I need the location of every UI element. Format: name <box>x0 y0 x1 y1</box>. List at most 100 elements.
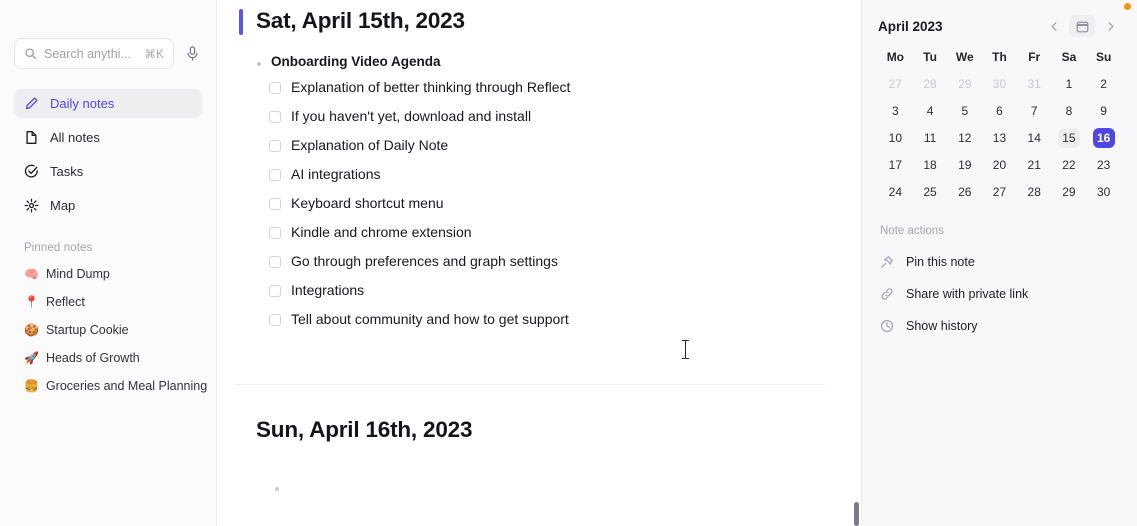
calendar-day[interactable]: 17 <box>878 154 913 176</box>
checkbox-icon[interactable] <box>269 82 281 94</box>
sidebar-item-all-notes[interactable]: All notes <box>14 123 202 152</box>
calendar-day[interactable]: 18 <box>913 154 948 176</box>
pinned-note-label: Mind Dump <box>45 267 110 281</box>
pin-note-button[interactable]: Pin this note <box>878 247 1121 277</box>
calendar-day-today[interactable]: 15 <box>1052 127 1087 149</box>
calendar-dow: Th <box>992 50 1007 64</box>
list-item[interactable]: 📍 Reflect <box>14 291 202 313</box>
task-item[interactable]: Explanation of Daily Note <box>257 136 825 154</box>
calendar-day[interactable]: 10 <box>878 127 913 149</box>
bullet-icon <box>275 487 279 491</box>
calendar-day[interactable]: 6 <box>982 100 1017 122</box>
calendar-day[interactable]: 4 <box>913 100 948 122</box>
calendar-day[interactable]: 8 <box>1052 100 1087 122</box>
calendar-day[interactable]: 28 <box>913 73 948 95</box>
note-editor[interactable]: Sat, April 15th, 2023 Onboarding Video A… <box>217 0 861 526</box>
link-icon <box>881 288 893 300</box>
checkbox-icon[interactable] <box>269 227 281 239</box>
calendar-day[interactable]: 20 <box>982 154 1017 176</box>
calendar-day-number: 9 <box>1100 104 1107 118</box>
calendar-day[interactable]: 25 <box>913 181 948 203</box>
calendar-day[interactable]: 23 <box>1086 154 1121 176</box>
calendar-day[interactable]: 22 <box>1052 154 1087 176</box>
task-label: AI integrations <box>291 166 381 182</box>
app-window: Search anythi... ⌘K Daily notes All note… <box>0 0 1137 526</box>
calendar-day-number: 6 <box>996 104 1003 118</box>
list-item[interactable]: 🍪 Startup Cookie <box>14 319 202 341</box>
calendar-day[interactable]: 13 <box>982 127 1017 149</box>
calendar-day[interactable]: 2 <box>1086 73 1121 95</box>
calendar-day[interactable]: 27 <box>982 181 1017 203</box>
search-icon <box>25 48 37 60</box>
sidebar-item-daily-notes[interactable]: Daily notes <box>14 89 202 118</box>
calendar-day-number: 22 <box>1062 158 1076 172</box>
calendar-day[interactable]: 7 <box>1017 100 1052 122</box>
calendar-grid: Mo Tu We Th Fr Sa Su 27 28 29 30 31 1 2 … <box>878 46 1121 203</box>
agenda-heading-row[interactable]: Onboarding Video Agenda <box>257 54 825 69</box>
calendar-day[interactable]: 27 <box>878 73 913 95</box>
sidebar-item-label: All notes <box>50 130 100 145</box>
checkbox-icon[interactable] <box>269 256 281 268</box>
checkbox-icon[interactable] <box>269 198 281 210</box>
calendar-day-number: 25 <box>923 185 937 199</box>
task-item[interactable]: Go through preferences and graph setting… <box>257 252 825 270</box>
checkbox-icon[interactable] <box>269 285 281 297</box>
search-placeholder: Search anythi... <box>44 46 131 61</box>
calendar-day[interactable]: 29 <box>1052 181 1087 203</box>
calendar-day[interactable]: 21 <box>1017 154 1052 176</box>
task-item[interactable]: Explanation of better thinking through R… <box>257 78 825 96</box>
calendar-day[interactable]: 19 <box>947 154 982 176</box>
calendar-day-number: 12 <box>958 131 972 145</box>
calendar-day-number: 16 <box>1092 128 1115 148</box>
checkbox-icon[interactable] <box>269 111 281 123</box>
calendar-day[interactable]: 12 <box>947 127 982 149</box>
calendar-day[interactable]: 29 <box>947 73 982 95</box>
main-scrollbar[interactable] <box>854 502 859 526</box>
microphone-button[interactable] <box>182 43 202 65</box>
checkbox-icon[interactable] <box>269 140 281 152</box>
calendar-day-number: 30 <box>992 77 1007 91</box>
calendar-day[interactable]: 30 <box>982 73 1017 95</box>
burger-icon: 🍔 <box>24 379 39 393</box>
calendar-day[interactable]: 24 <box>878 181 913 203</box>
sidebar-item-map[interactable]: Map <box>14 191 202 220</box>
calendar-day[interactable]: 14 <box>1017 127 1052 149</box>
calendar-day-selected[interactable]: 16 <box>1086 127 1121 149</box>
search-input[interactable]: Search anythi... ⌘K <box>14 38 174 69</box>
task-item[interactable]: Kindle and chrome extension <box>257 223 825 241</box>
sidebar-item-label: Daily notes <box>50 96 115 111</box>
share-private-link-button[interactable]: Share with private link <box>878 279 1121 309</box>
checkbox-icon[interactable] <box>269 314 281 326</box>
rocket-icon: 🚀 <box>24 351 39 365</box>
calendar-day[interactable]: 30 <box>1086 181 1121 203</box>
note-actions-label: Note actions <box>880 225 944 237</box>
today-button[interactable] <box>1069 15 1095 37</box>
list-item[interactable]: 🍔 Groceries and Meal Planning <box>14 375 207 397</box>
task-label: If you haven't yet, download and install <box>291 108 532 124</box>
list-item[interactable]: 🧠 Mind Dump <box>14 263 202 285</box>
pin-location-icon: 📍 <box>24 295 39 309</box>
list-item[interactable]: 🚀 Heads of Growth <box>14 347 202 369</box>
task-item[interactable]: AI integrations <box>257 165 825 183</box>
calendar-day[interactable]: 28 <box>1017 181 1052 203</box>
task-item[interactable]: Tell about community and how to get supp… <box>257 310 825 328</box>
task-item[interactable]: Integrations <box>257 281 825 299</box>
sidebar-item-tasks[interactable]: Tasks <box>14 157 202 186</box>
calendar-day[interactable]: 5 <box>947 100 982 122</box>
calendar-day-number: 5 <box>961 104 969 118</box>
calendar-day[interactable]: 31 <box>1017 73 1052 95</box>
pinned-note-label: Groceries and Meal Planning <box>45 379 208 393</box>
calendar-dow: We <box>955 50 974 64</box>
prev-month-button[interactable] <box>1043 15 1065 37</box>
calendar-day[interactable]: 9 <box>1086 100 1121 122</box>
task-item[interactable]: If you haven't yet, download and install <box>257 107 825 125</box>
calendar-day[interactable]: 3 <box>878 100 913 122</box>
calendar-day[interactable]: 26 <box>947 181 982 203</box>
calendar-day[interactable]: 1 <box>1052 73 1087 95</box>
show-history-button[interactable]: Show history <box>878 311 1121 341</box>
task-item[interactable]: Keyboard shortcut menu <box>257 194 825 212</box>
next-month-button[interactable] <box>1099 15 1121 37</box>
sidebar-item-label: Map <box>50 198 76 213</box>
calendar-day[interactable]: 11 <box>913 127 948 149</box>
checkbox-icon[interactable] <box>269 169 281 181</box>
